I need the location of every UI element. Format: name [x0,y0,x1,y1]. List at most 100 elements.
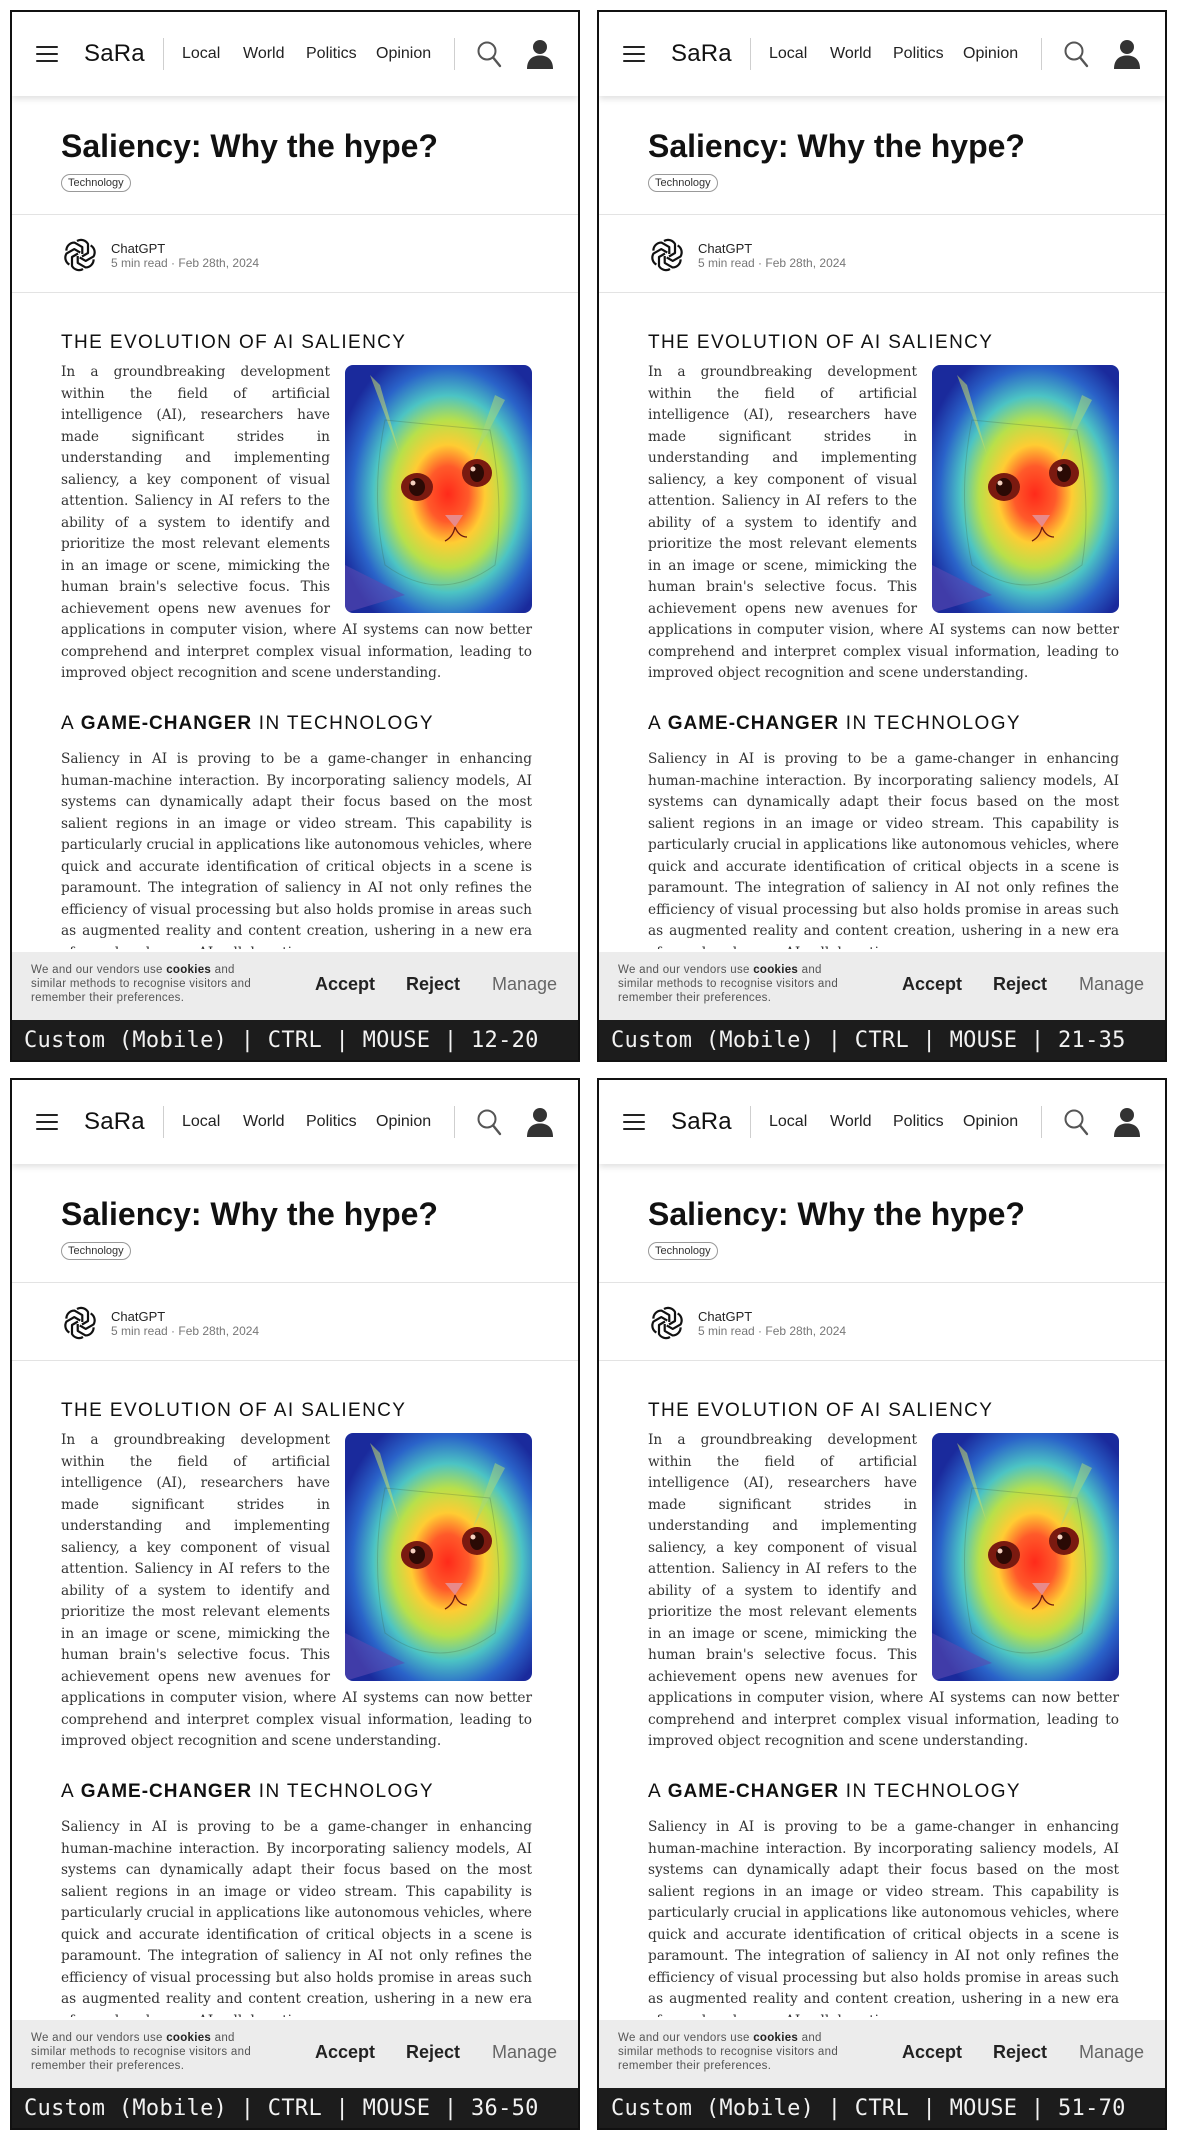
user-profile-icon[interactable] [1113,1106,1141,1138]
divider [599,214,1165,215]
nav-link-politics[interactable]: Politics [893,1113,944,1131]
nav-link-world[interactable]: World [830,1113,872,1131]
nav-link-politics[interactable]: Politics [893,45,944,63]
nav-divider [163,38,164,70]
manage-cookies-button[interactable]: Manage [492,974,557,995]
article-meta: 5 min read · Feb 28th, 2024 [698,256,847,270]
author-name[interactable]: ChatGPT [111,1309,165,1324]
search-icon[interactable] [1063,1108,1089,1136]
phone-panel: SaRa Local World Politics Opinion Salien… [597,10,1167,1062]
accept-cookies-button[interactable]: Accept [902,2042,962,2063]
site-logo[interactable]: SaRa [671,1108,732,1136]
cookie-consent-bar: We and our vendors use cookies and simil… [12,2020,578,2088]
reject-cookies-button[interactable]: Reject [406,974,460,995]
nav-link-world[interactable]: World [243,1113,285,1131]
nav-link-opinion[interactable]: Opinion [963,1113,1018,1131]
hamburger-menu-icon[interactable] [623,1114,645,1130]
site-logo[interactable]: SaRa [84,40,145,68]
divider [599,1282,1165,1283]
nav-divider [750,38,751,70]
section-heading-evolution: THE EVOLUTION OF AI SALIENCY [648,332,994,353]
hamburger-menu-icon[interactable] [36,46,58,62]
author-name[interactable]: ChatGPT [111,241,165,256]
nav-link-local[interactable]: Local [769,1113,807,1131]
search-icon[interactable] [1063,40,1089,68]
article-meta: 5 min read · Feb 28th, 2024 [698,1324,847,1338]
divider [12,214,578,215]
reject-cookies-button[interactable]: Reject [993,2042,1047,2063]
accept-cookies-button[interactable]: Accept [315,974,375,995]
nav-link-local[interactable]: Local [182,45,220,63]
section-heading-evolution: THE EVOLUTION OF AI SALIENCY [61,332,407,353]
category-tag[interactable]: Technology [648,1242,718,1260]
nav-divider [163,1106,164,1138]
divider [599,292,1165,293]
nav-divider [1041,38,1042,70]
article-title: Saliency: Why the hype? [61,1196,438,1232]
reject-cookies-button[interactable]: Reject [993,974,1047,995]
nav-link-world[interactable]: World [243,45,285,63]
divider [12,292,578,293]
divider [12,1360,578,1361]
nav-link-opinion[interactable]: Opinion [376,1113,431,1131]
search-icon[interactable] [476,40,502,68]
cat-saliency-heatmap-image [345,1433,532,1681]
cookie-consent-bar: We and our vendors use cookies and simil… [12,952,578,1020]
site-logo[interactable]: SaRa [671,40,732,68]
category-tag[interactable]: Technology [648,174,718,192]
manage-cookies-button[interactable]: Manage [1079,2042,1144,2063]
cookie-notice-text: We and our vendors use cookies and simil… [31,964,252,1004]
accept-cookies-button[interactable]: Accept [315,2042,375,2063]
nav-link-local[interactable]: Local [769,45,807,63]
divider [599,1360,1165,1361]
accept-cookies-button[interactable]: Accept [902,974,962,995]
article-title: Saliency: Why the hype? [648,128,1025,164]
section-heading-game-changer: A GAME-CHANGER IN TECHNOLOGY [648,713,1021,734]
category-tag[interactable]: Technology [61,1242,131,1260]
phone-panel: SaRa Local World Politics Opinion Salien… [10,1078,580,2130]
nav-link-opinion[interactable]: Opinion [963,45,1018,63]
manage-cookies-button[interactable]: Manage [1079,974,1144,995]
section-body-game-changer: Saliency in AI is proving to be a game-c… [648,1819,1119,2017]
phone-panel: SaRa Local World Politics Opinion Salien… [597,1078,1167,2130]
nav-link-local[interactable]: Local [182,1113,220,1131]
cookie-notice-text: We and our vendors use cookies and simil… [31,2032,252,2072]
nav-divider [750,1106,751,1138]
article-meta: 5 min read · Feb 28th, 2024 [111,256,260,270]
hamburger-menu-icon[interactable] [623,46,645,62]
manage-cookies-button[interactable]: Manage [492,2042,557,2063]
openai-logo-icon [64,1306,96,1340]
phone-panel: SaRa Local World Politics Opinion Salien… [10,10,580,1062]
nav-link-politics[interactable]: Politics [306,45,357,63]
author-name[interactable]: ChatGPT [698,1309,752,1324]
top-navbar: SaRa Local World Politics Opinion [12,12,578,96]
openai-logo-icon [651,1306,683,1340]
cat-saliency-heatmap-image [932,1433,1119,1681]
user-profile-icon[interactable] [526,38,554,70]
status-bar: Custom (Mobile) | CTRL | MOUSE | 12-20 [12,1020,578,1060]
user-profile-icon[interactable] [1113,38,1141,70]
cookie-consent-bar: We and our vendors use cookies and simil… [599,2020,1165,2088]
top-navbar: SaRa Local World Politics Opinion [599,1080,1165,1164]
status-label: Custom (Mobile) | CTRL | MOUSE | 51-70 [611,2096,1126,2121]
section-heading-game-changer: A GAME-CHANGER IN TECHNOLOGY [61,1781,434,1802]
nav-divider [454,38,455,70]
site-logo[interactable]: SaRa [84,1108,145,1136]
status-bar: Custom (Mobile) | CTRL | MOUSE | 51-70 [599,2088,1165,2128]
article-title: Saliency: Why the hype? [648,1196,1025,1232]
cat-saliency-heatmap-image [345,365,532,613]
status-bar: Custom (Mobile) | CTRL | MOUSE | 21-35 [599,1020,1165,1060]
section-heading-game-changer: A GAME-CHANGER IN TECHNOLOGY [61,713,434,734]
user-profile-icon[interactable] [526,1106,554,1138]
nav-link-world[interactable]: World [830,45,872,63]
nav-link-politics[interactable]: Politics [306,1113,357,1131]
status-label: Custom (Mobile) | CTRL | MOUSE | 21-35 [611,1028,1126,1053]
hamburger-menu-icon[interactable] [36,1114,58,1130]
search-icon[interactable] [476,1108,502,1136]
section-body-game-changer: Saliency in AI is proving to be a game-c… [648,751,1119,949]
reject-cookies-button[interactable]: Reject [406,2042,460,2063]
category-tag[interactable]: Technology [61,174,131,192]
author-name[interactable]: ChatGPT [698,241,752,256]
nav-link-opinion[interactable]: Opinion [376,45,431,63]
section-heading-evolution: THE EVOLUTION OF AI SALIENCY [648,1400,994,1421]
